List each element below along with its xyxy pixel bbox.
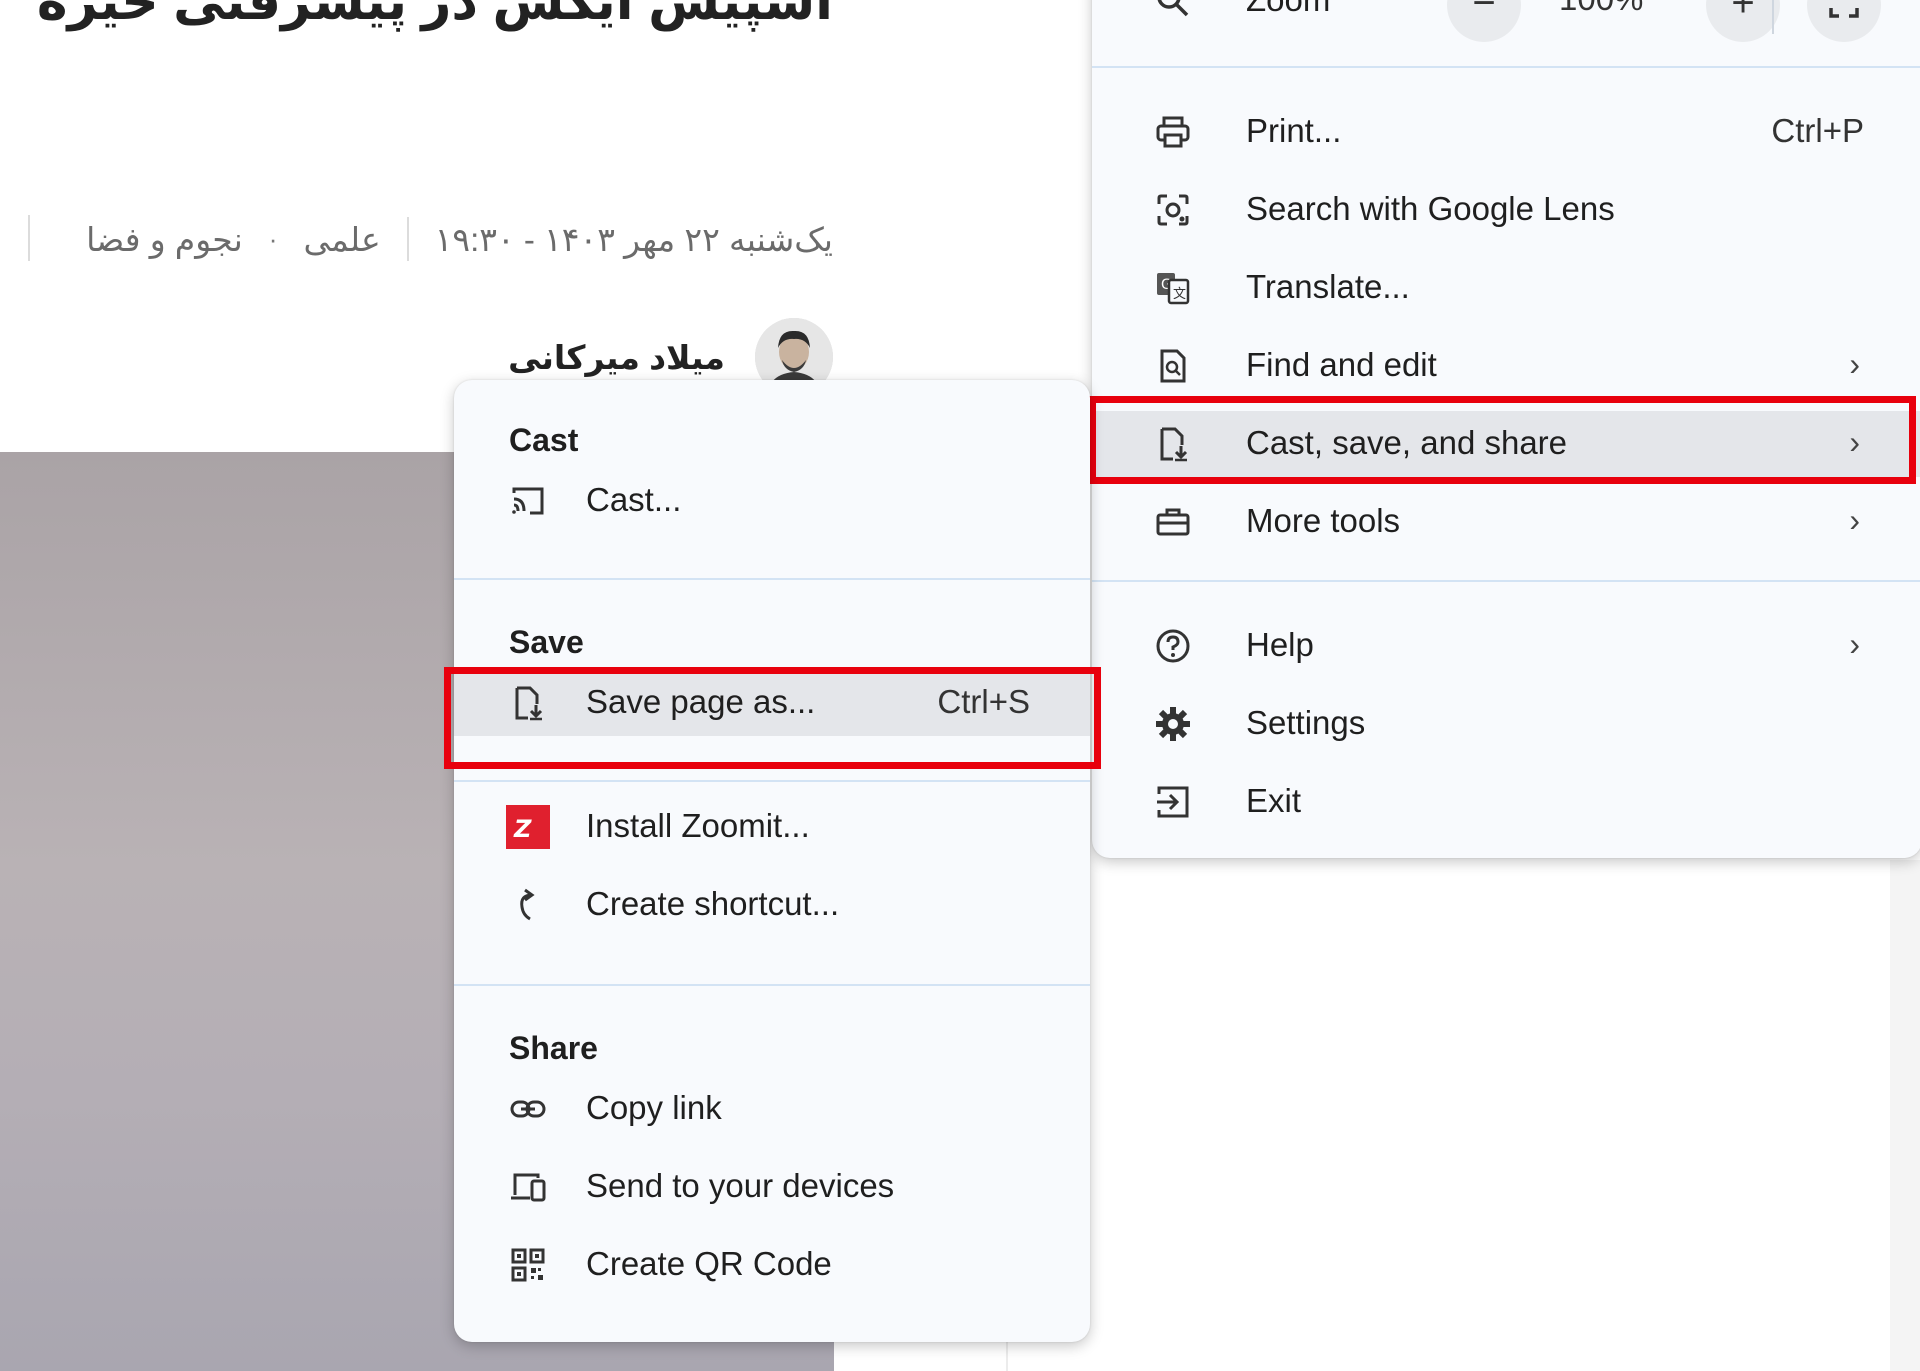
printer-icon (1155, 114, 1191, 150)
menu-item-print[interactable]: Print... Ctrl+P (1092, 99, 1920, 165)
menu-item-label: Print... (1246, 112, 1342, 149)
menu-item-label: More tools (1246, 502, 1401, 539)
shortcut-label: Ctrl+P (1771, 112, 1864, 149)
menu-item-label: Settings (1246, 704, 1366, 741)
menu-item-label: Exit (1246, 782, 1302, 819)
menu-item-create-shortcut[interactable]: Create shortcut... (454, 872, 1090, 938)
fullscreen-icon (1829, 8, 1859, 18)
chevron-right-icon: › (1849, 346, 1860, 382)
menu-item-label: Help (1246, 626, 1314, 663)
menu-item-copy-link[interactable]: Copy link (454, 1076, 1090, 1142)
article-title: اسپیس ایکس در پیشرفتی خیره (36, 0, 833, 31)
page-scroll-area (1890, 860, 1920, 1371)
devices-icon (510, 1169, 546, 1205)
browser-main-menu: Zoom − 100% + Print... Ctrl+P Search wit… (1092, 0, 1920, 858)
menu-item-label: Save page as... (586, 683, 816, 720)
zoom-in-button[interactable]: + (1706, 0, 1780, 42)
menu-item-send-to-devices[interactable]: Send to your devices (454, 1154, 1090, 1220)
zoomit-app-icon: Z (506, 805, 550, 849)
menu-item-save-page-as[interactable]: Save page as... Ctrl+S (454, 670, 1090, 736)
svg-text:文: 文 (1173, 287, 1186, 302)
menu-item-label: Install Zoomit... (586, 807, 810, 844)
cast-section-header: Cast (509, 422, 579, 458)
menu-item-label: Create QR Code (586, 1245, 832, 1282)
meta-divider (406, 217, 409, 261)
shortcut-label: Ctrl+S (937, 683, 1030, 720)
save-page-icon (510, 685, 546, 721)
chevron-right-icon: › (1849, 502, 1860, 538)
cast-icon (510, 483, 546, 519)
save-section-header: Save (509, 624, 584, 660)
menu-item-label: Find and edit (1246, 346, 1437, 383)
menu-item-exit[interactable]: Exit (1092, 769, 1920, 835)
menu-item-cast[interactable]: Cast... (454, 468, 1090, 534)
fullscreen-button[interactable] (1807, 0, 1881, 42)
menu-divider (454, 984, 1090, 986)
share-section-header: Share (509, 1030, 598, 1066)
exit-icon (1155, 784, 1191, 820)
menu-item-settings[interactable]: Settings (1092, 691, 1920, 757)
menu-item-label: Cast, save, and share (1246, 424, 1568, 461)
meta-dot: · (268, 223, 278, 254)
zoom-separator (1772, 0, 1774, 34)
menu-item-more-tools[interactable]: More tools › (1092, 489, 1920, 555)
menu-divider (454, 780, 1090, 782)
menu-divider (1092, 66, 1920, 68)
menu-item-label: Translate... (1246, 268, 1410, 305)
find-page-icon (1155, 348, 1191, 384)
zoom-out-button[interactable]: − (1447, 0, 1521, 42)
article-datetime: یک‌شنبه ۲۲ مهر ۱۴۰۳ - ۱۹:۳۰ (434, 220, 833, 258)
menu-item-label: Search with Google Lens (1246, 190, 1615, 227)
help-icon (1155, 628, 1191, 664)
menu-item-translate[interactable]: G文 Translate... (1092, 255, 1920, 321)
save-page-icon (1155, 426, 1191, 462)
toolbox-icon (1155, 504, 1191, 540)
zoom-label: Zoom (1246, 0, 1330, 19)
menu-item-google-lens[interactable]: Search with Google Lens (1092, 177, 1920, 243)
shortcut-arrow-icon (510, 887, 546, 923)
category-sub-link[interactable]: علمی (303, 220, 380, 259)
zoom-icon (1155, 0, 1191, 19)
menu-item-install-zoomit[interactable]: Z Install Zoomit... (454, 794, 1090, 860)
menu-item-label: Create shortcut... (586, 885, 840, 922)
qr-code-icon (510, 1247, 546, 1283)
menu-item-label: Send to your devices (586, 1167, 895, 1204)
menu-item-help[interactable]: Help › (1092, 613, 1920, 679)
menu-item-label: Cast... (586, 481, 682, 518)
meta-divider-edge (28, 215, 30, 261)
author-name[interactable]: میلاد میرکانی (508, 338, 725, 377)
chevron-right-icon: › (1849, 424, 1860, 460)
translate-icon: G文 (1155, 270, 1191, 306)
menu-divider (1092, 580, 1920, 582)
google-lens-icon (1155, 192, 1191, 228)
menu-item-cast-save-share[interactable]: Cast, save, and share › (1092, 411, 1920, 477)
link-icon (510, 1091, 546, 1127)
chevron-right-icon: › (1849, 626, 1860, 662)
zoom-value: 100% (1559, 0, 1643, 18)
menu-divider (454, 578, 1090, 580)
menu-item-create-qr-code[interactable]: Create QR Code (454, 1232, 1090, 1298)
article-meta: نجوم و فضا · علمی یک‌شنبه ۲۲ مهر ۱۴۰۳ - … (86, 215, 833, 263)
zoomit-badge-text: Z (513, 815, 532, 843)
menu-item-label: Copy link (586, 1089, 722, 1126)
category-main-link[interactable]: نجوم و فضا (86, 220, 243, 259)
gear-icon (1155, 706, 1191, 742)
cast-save-share-submenu: Cast Cast... Save Save page as... Ctrl+S… (454, 380, 1090, 1342)
menu-item-find-and-edit[interactable]: Find and edit › (1092, 333, 1920, 399)
